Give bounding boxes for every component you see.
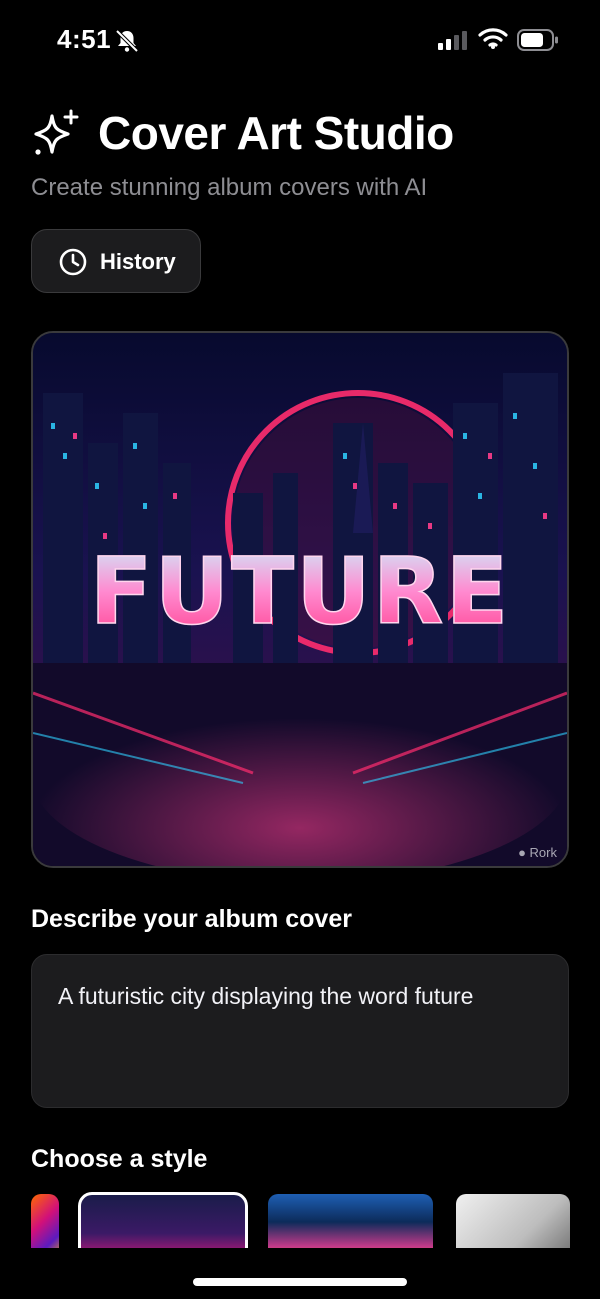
watermark-label: ● Rork xyxy=(518,845,557,860)
page-subtitle: Create stunning album covers with AI xyxy=(31,174,428,201)
bell-slash-icon xyxy=(115,29,139,53)
prompt-text: A futuristic city displaying the word fu… xyxy=(58,983,474,1009)
style-option-abstract[interactable] xyxy=(31,1194,59,1248)
battery-icon xyxy=(517,29,558,51)
clock-icon xyxy=(59,248,87,276)
album-cover-preview[interactable]: FUTURE ● Rork xyxy=(31,331,569,868)
home-indicator xyxy=(193,1278,407,1286)
page-title: Cover Art Studio xyxy=(98,107,454,159)
style-option-concert[interactable] xyxy=(268,1194,433,1248)
sparkles-icon xyxy=(34,109,79,155)
choose-style-label: Choose a style xyxy=(31,1145,208,1173)
style-option-photo[interactable] xyxy=(456,1194,570,1248)
wifi-icon xyxy=(478,28,508,49)
describe-label: Describe your album cover xyxy=(31,905,352,933)
cellular-signal-icon xyxy=(438,31,467,50)
history-button-label: History xyxy=(100,249,176,274)
status-bar: 4:51 xyxy=(0,0,600,80)
status-time: 4:51 xyxy=(57,24,112,54)
style-option-cyberpunk-selected[interactable] xyxy=(78,1192,248,1248)
cover-art-text: FUTURE xyxy=(90,538,511,645)
style-carousel[interactable] xyxy=(0,1190,600,1248)
history-button[interactable]: History xyxy=(31,229,201,293)
cover-art-image: FUTURE xyxy=(33,333,567,866)
prompt-textarea[interactable]: A futuristic city displaying the word fu… xyxy=(31,954,569,1108)
